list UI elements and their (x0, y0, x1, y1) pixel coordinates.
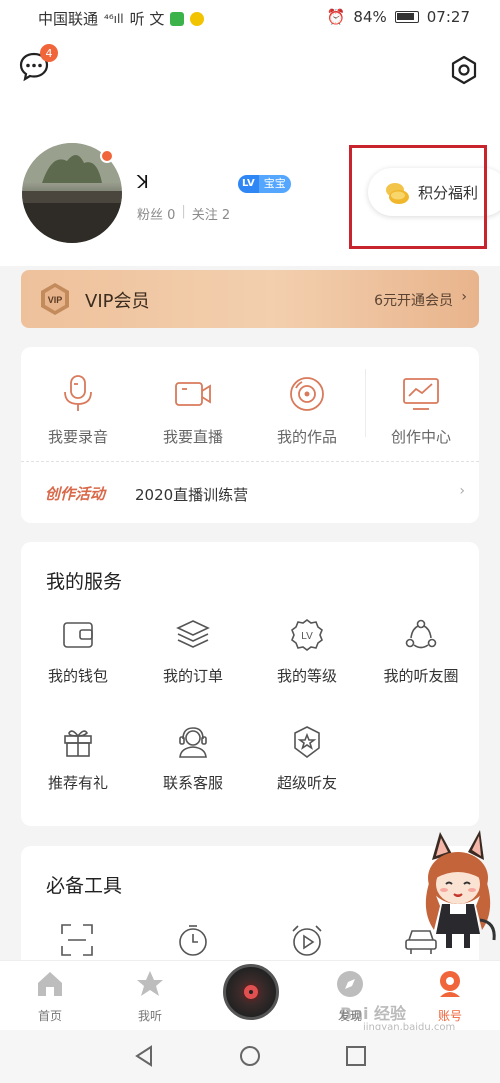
system-navigation-bar (0, 1030, 500, 1083)
badge-star-icon (294, 726, 320, 758)
fans-count[interactable]: 粉丝 0 (137, 204, 175, 223)
status-bar: 中国联通 ⁴⁶ıll 听 文 ⏰ 84% 07:27 (0, 0, 500, 36)
now-playing-disc[interactable] (223, 964, 279, 1020)
nav-listen-label: 我听 (137, 1009, 162, 1023)
vip-banner[interactable]: VIP VIP会员 6元开通会员 › (21, 270, 479, 328)
level-icon: LV (291, 619, 323, 651)
alarm-button[interactable] (289, 922, 325, 962)
battery-text: 84% (353, 8, 387, 26)
recents-icon[interactable] (345, 1045, 367, 1071)
nav-account[interactable]: 账号 (415, 969, 485, 1024)
live-stream-label: 我要直播 (162, 428, 223, 446)
app-notification-icon-2 (190, 11, 205, 26)
home-icon (38, 972, 62, 996)
highlight-box (349, 145, 487, 249)
super-listener-button[interactable]: 超级听友 (252, 724, 362, 793)
compass-icon (337, 971, 363, 997)
customer-service-label: 联系客服 (162, 774, 223, 792)
creator-center-button[interactable]: 创作中心 (366, 374, 476, 447)
account-icon (440, 971, 460, 997)
microphone-icon (64, 375, 92, 411)
nav-home-label: 首页 (37, 1009, 62, 1023)
battery-icon (394, 11, 419, 23)
message-count-badge: 4 (40, 44, 58, 62)
record-audio-button[interactable]: 我要录音 (23, 374, 133, 447)
creation-activity-link[interactable]: 2020直播训练营 (135, 484, 248, 505)
svg-text:LV: LV (301, 631, 313, 642)
my-works-button[interactable]: 我的作品 (252, 374, 362, 447)
level-badge-name: 宝宝 (258, 175, 291, 193)
wallet-button[interactable]: 我的钱包 (23, 617, 133, 686)
chart-monitor-icon (403, 378, 439, 410)
friends-circle-label: 我的听友圈 (383, 667, 459, 685)
back-icon[interactable] (133, 1045, 155, 1071)
dashed-divider (21, 461, 479, 462)
timer-button[interactable] (175, 922, 211, 962)
orders-button[interactable]: 我的订单 (138, 617, 248, 686)
vip-icon: VIP (37, 281, 73, 317)
avatar-status-dot (100, 149, 114, 163)
chevron-right-icon: › (461, 289, 467, 305)
username[interactable]: ꓘ (137, 172, 149, 193)
timer-icon (179, 925, 207, 956)
level-button[interactable]: LV 我的等级 (252, 617, 362, 686)
video-camera-icon (175, 382, 211, 406)
creation-activity-title: 创作活动 (45, 485, 106, 503)
friends-circle-icon (405, 619, 437, 649)
star-icon (137, 971, 163, 996)
level-badge[interactable]: LV 宝宝 (238, 174, 291, 194)
tools-title: 必备工具 (46, 875, 123, 897)
creator-card: 我要录音 我要直播 我的作品 创作中心 创作活动 2020直播训练营 › (21, 347, 479, 523)
creator-center-label: 创作中心 (390, 428, 451, 446)
live-stream-button[interactable]: 我要直播 (138, 374, 248, 447)
app-notification-icon (170, 11, 185, 26)
alarm-status-icon: ⏰ (326, 8, 346, 26)
nav-home[interactable]: 首页 (15, 969, 85, 1024)
settings-icon[interactable] (448, 54, 480, 86)
signal-icon: ⁴⁶ıll (104, 11, 124, 26)
vip-cta: 6元开通会员 (374, 290, 453, 310)
following-count[interactable]: 关注 2 (192, 204, 230, 223)
chevron-right-icon: › (459, 483, 465, 499)
record-audio-label: 我要录音 (47, 428, 108, 446)
wallet-icon (63, 622, 93, 648)
vip-title: VIP会员 (85, 291, 150, 312)
gift-icon (64, 730, 92, 757)
time-text: 07:27 (426, 8, 470, 26)
headset-icon (179, 727, 207, 758)
super-listener-label: 超级听友 (276, 774, 337, 792)
carrier-text: 中国联通 (38, 10, 99, 28)
home-circle-icon[interactable] (239, 1045, 261, 1071)
profile-stats: 粉丝 0 | 关注 2 (137, 204, 230, 223)
level-badge-lv: LV (238, 175, 259, 193)
friends-circle-button[interactable]: 我的听友圈 (366, 617, 476, 686)
level-label: 我的等级 (276, 667, 337, 685)
vip-cta-text: 6元开通会员 (374, 293, 453, 309)
scan-button[interactable] (59, 922, 95, 962)
svg-text:VIP: VIP (48, 295, 63, 305)
layers-icon (176, 620, 210, 648)
customer-service-button[interactable]: 联系客服 (138, 724, 248, 793)
referral-gift-label: 推荐有礼 (47, 774, 108, 792)
services-card: 我的服务 我的钱包 我的订单 LV 我的等级 我的听友圈 推荐有礼 联系客服 超… (21, 542, 479, 826)
watermark-logo: Bai 经验 (340, 1004, 407, 1023)
stats-divider: | (181, 204, 186, 219)
services-title: 我的服务 (46, 571, 123, 593)
floating-mascot[interactable] (410, 830, 500, 952)
scan-icon (61, 924, 93, 956)
alarm-icon (292, 925, 322, 956)
status-app-icons: 听 文 (129, 10, 165, 28)
referral-gift-button[interactable]: 推荐有礼 (23, 724, 133, 793)
nav-listen[interactable]: 我听 (115, 969, 185, 1024)
disc-icon (290, 377, 324, 411)
wallet-label: 我的钱包 (47, 667, 108, 685)
my-works-label: 我的作品 (276, 428, 337, 446)
orders-label: 我的订单 (162, 667, 223, 685)
